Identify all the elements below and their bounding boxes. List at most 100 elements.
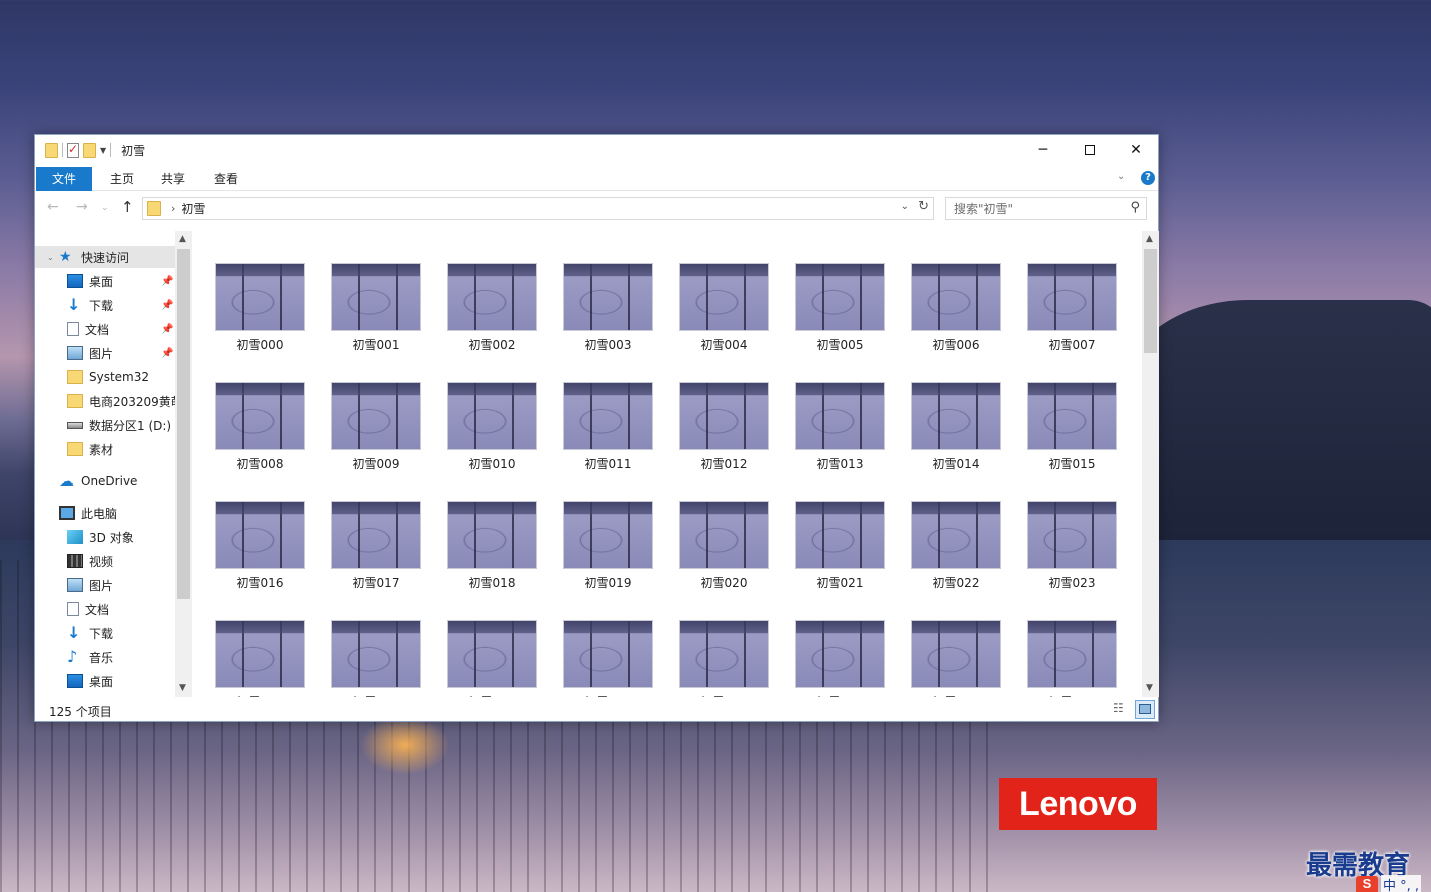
sidebar-item-system32[interactable]: System32	[35, 366, 175, 388]
thumbnail-image	[795, 501, 885, 569]
sogou-ime-icon[interactable]: S	[1356, 876, 1378, 892]
thumbnail-image	[331, 501, 421, 569]
sidebar-item-documents[interactable]: 文档 📌	[35, 318, 175, 340]
file-thumbnail[interactable]: 初雪011	[557, 382, 657, 482]
scrollbar-thumb[interactable]	[1144, 249, 1157, 353]
status-bar: 125 个项目 ☷	[35, 697, 1158, 723]
file-thumbnail[interactable]: 初雪018	[441, 501, 541, 601]
file-thumbnail[interactable]: 初雪026	[441, 620, 541, 697]
scroll-up-arrow-icon[interactable]: ▲	[1146, 234, 1153, 244]
tab-view[interactable]: 查看	[205, 167, 247, 191]
file-thumbnail[interactable]: 初雪004	[673, 263, 773, 363]
scroll-down-arrow-icon[interactable]: ▼	[179, 683, 186, 693]
file-thumbnail[interactable]: 初雪024	[209, 620, 309, 697]
sidebar-item-pc-desktop[interactable]: 桌面	[35, 670, 175, 692]
sidebar-item-label: OneDrive	[81, 474, 138, 488]
expander-icon[interactable]: ⌄	[47, 253, 59, 262]
customize-toolbar-dropdown[interactable]: ▼	[100, 146, 106, 155]
tab-file[interactable]: 文件	[36, 167, 92, 191]
new-folder-icon[interactable]	[83, 142, 96, 158]
minimize-button[interactable]: ─	[1020, 135, 1066, 165]
sidebar-item-onedrive[interactable]: ☁ OneDrive	[35, 470, 175, 492]
sidebar-item-label: 图片	[89, 346, 114, 361]
sidebar-item-materials[interactable]: 素材	[35, 438, 175, 460]
recent-locations-dropdown[interactable]: ⌄	[101, 203, 109, 213]
file-thumbnail[interactable]: 初雪002	[441, 263, 541, 363]
sidebar-item-folder[interactable]: 电商203209黄萌	[35, 390, 183, 412]
file-thumbnail[interactable]: 初雪022	[905, 501, 1005, 601]
sidebar-item-videos[interactable]: 视频	[35, 550, 175, 572]
details-view-icon[interactable]: ☷	[1113, 702, 1129, 716]
document-icon	[67, 602, 79, 616]
file-thumbnail[interactable]: 初雪014	[905, 382, 1005, 482]
sidebar-item-this-pc[interactable]: 此电脑	[35, 502, 175, 524]
breadcrumb-current[interactable]: 初雪	[181, 200, 205, 217]
search-icon[interactable]: ⚲	[1130, 200, 1140, 215]
file-thumbnail[interactable]: 初雪006	[905, 263, 1005, 363]
file-thumbnail[interactable]: 初雪030	[905, 620, 1005, 697]
scroll-up-arrow-icon[interactable]: ▲	[179, 234, 186, 244]
sidebar-item-music[interactable]: ♪ 音乐	[35, 646, 175, 668]
expand-ribbon-chevron-icon[interactable]: ⌄	[1117, 171, 1125, 182]
file-thumbnail[interactable]: 初雪000	[209, 263, 309, 363]
file-thumbnail[interactable]: 初雪027	[557, 620, 657, 697]
sidebar-item-quick-access[interactable]: ⌄ ★ 快速访问	[35, 246, 191, 268]
file-thumbnail[interactable]: 初雪007	[1021, 263, 1121, 363]
file-thumbnail[interactable]: 初雪003	[557, 263, 657, 363]
help-icon[interactable]: ?	[1141, 171, 1155, 185]
close-button[interactable]: ✕	[1113, 135, 1159, 165]
sidebar-item-pc-documents[interactable]: 文档	[35, 598, 175, 620]
file-thumbnail[interactable]: 初雪010	[441, 382, 541, 482]
file-thumbnail[interactable]: 初雪023	[1021, 501, 1121, 601]
title-bar[interactable]: ▼ 初雪 ─ ✕	[35, 135, 1158, 165]
file-thumbnail[interactable]: 初雪013	[789, 382, 889, 482]
file-thumbnail[interactable]: 初雪028	[673, 620, 773, 697]
tab-share[interactable]: 共享	[152, 167, 194, 191]
tab-home[interactable]: 主页	[101, 167, 143, 191]
address-dropdown-icon[interactable]: ⌄	[901, 201, 909, 212]
file-name-label: 初雪004	[700, 338, 748, 352]
sidebar-item-3d-objects[interactable]: 3D 对象	[35, 526, 175, 548]
navigation-pane-scrollbar[interactable]: ▲ ▼	[175, 231, 192, 697]
file-thumbnail[interactable]: 初雪029	[789, 620, 889, 697]
file-thumbnail[interactable]: 初雪015	[1021, 382, 1121, 482]
breadcrumb-separator[interactable]: ›	[171, 202, 175, 215]
back-button[interactable]: ←	[47, 199, 59, 215]
file-thumbnail[interactable]: 初雪020	[673, 501, 773, 601]
file-thumbnail[interactable]: 初雪021	[789, 501, 889, 601]
address-bar[interactable]: › 初雪 ⌄ ↻	[142, 197, 934, 220]
file-thumbnail[interactable]: 初雪016	[209, 501, 309, 601]
sidebar-item-pc-pictures[interactable]: 图片	[35, 574, 175, 596]
ime-toolbar[interactable]: S 中 °, ,	[1356, 874, 1422, 892]
properties-icon[interactable]	[67, 142, 79, 158]
large-icons-view-icon[interactable]	[1135, 700, 1155, 719]
file-thumbnail[interactable]: 初雪017	[325, 501, 425, 601]
search-box[interactable]: ⚲	[945, 197, 1147, 220]
sidebar-item-pc-downloads[interactable]: ↓ 下载	[35, 622, 175, 644]
file-thumbnail[interactable]: 初雪001	[325, 263, 425, 363]
sidebar-item-downloads[interactable]: ↓ 下载 📌	[35, 294, 175, 316]
pin-icon: 📌	[161, 299, 174, 311]
file-name-label: 初雪010	[468, 457, 516, 471]
file-thumbnail[interactable]: 初雪008	[209, 382, 309, 482]
file-thumbnail[interactable]: 初雪031	[1021, 620, 1121, 697]
search-input[interactable]	[954, 201, 1124, 216]
folder-icon	[45, 142, 58, 158]
sidebar-item-drive-d[interactable]: 数据分区1 (D:)	[35, 414, 175, 436]
maximize-button[interactable]	[1067, 135, 1113, 165]
sidebar-item-desktop[interactable]: 桌面 📌	[35, 270, 175, 292]
forward-button[interactable]: →	[76, 199, 88, 215]
desktop-hill	[1120, 300, 1431, 540]
file-thumbnail[interactable]: 初雪005	[789, 263, 889, 363]
file-thumbnail[interactable]: 初雪019	[557, 501, 657, 601]
file-thumbnail[interactable]: 初雪012	[673, 382, 773, 482]
file-thumbnail[interactable]: 初雪009	[325, 382, 425, 482]
refresh-icon[interactable]: ↻	[918, 199, 929, 214]
up-button[interactable]: ↑	[121, 198, 134, 216]
sidebar-item-pictures[interactable]: 图片 📌	[35, 342, 175, 364]
scroll-down-arrow-icon[interactable]: ▼	[1146, 683, 1153, 693]
ime-mode-text[interactable]: 中 °, ,	[1381, 874, 1422, 892]
content-scrollbar[interactable]: ▲ ▼	[1142, 231, 1159, 697]
scrollbar-thumb[interactable]	[177, 249, 190, 599]
file-thumbnail[interactable]: 初雪025	[325, 620, 425, 697]
